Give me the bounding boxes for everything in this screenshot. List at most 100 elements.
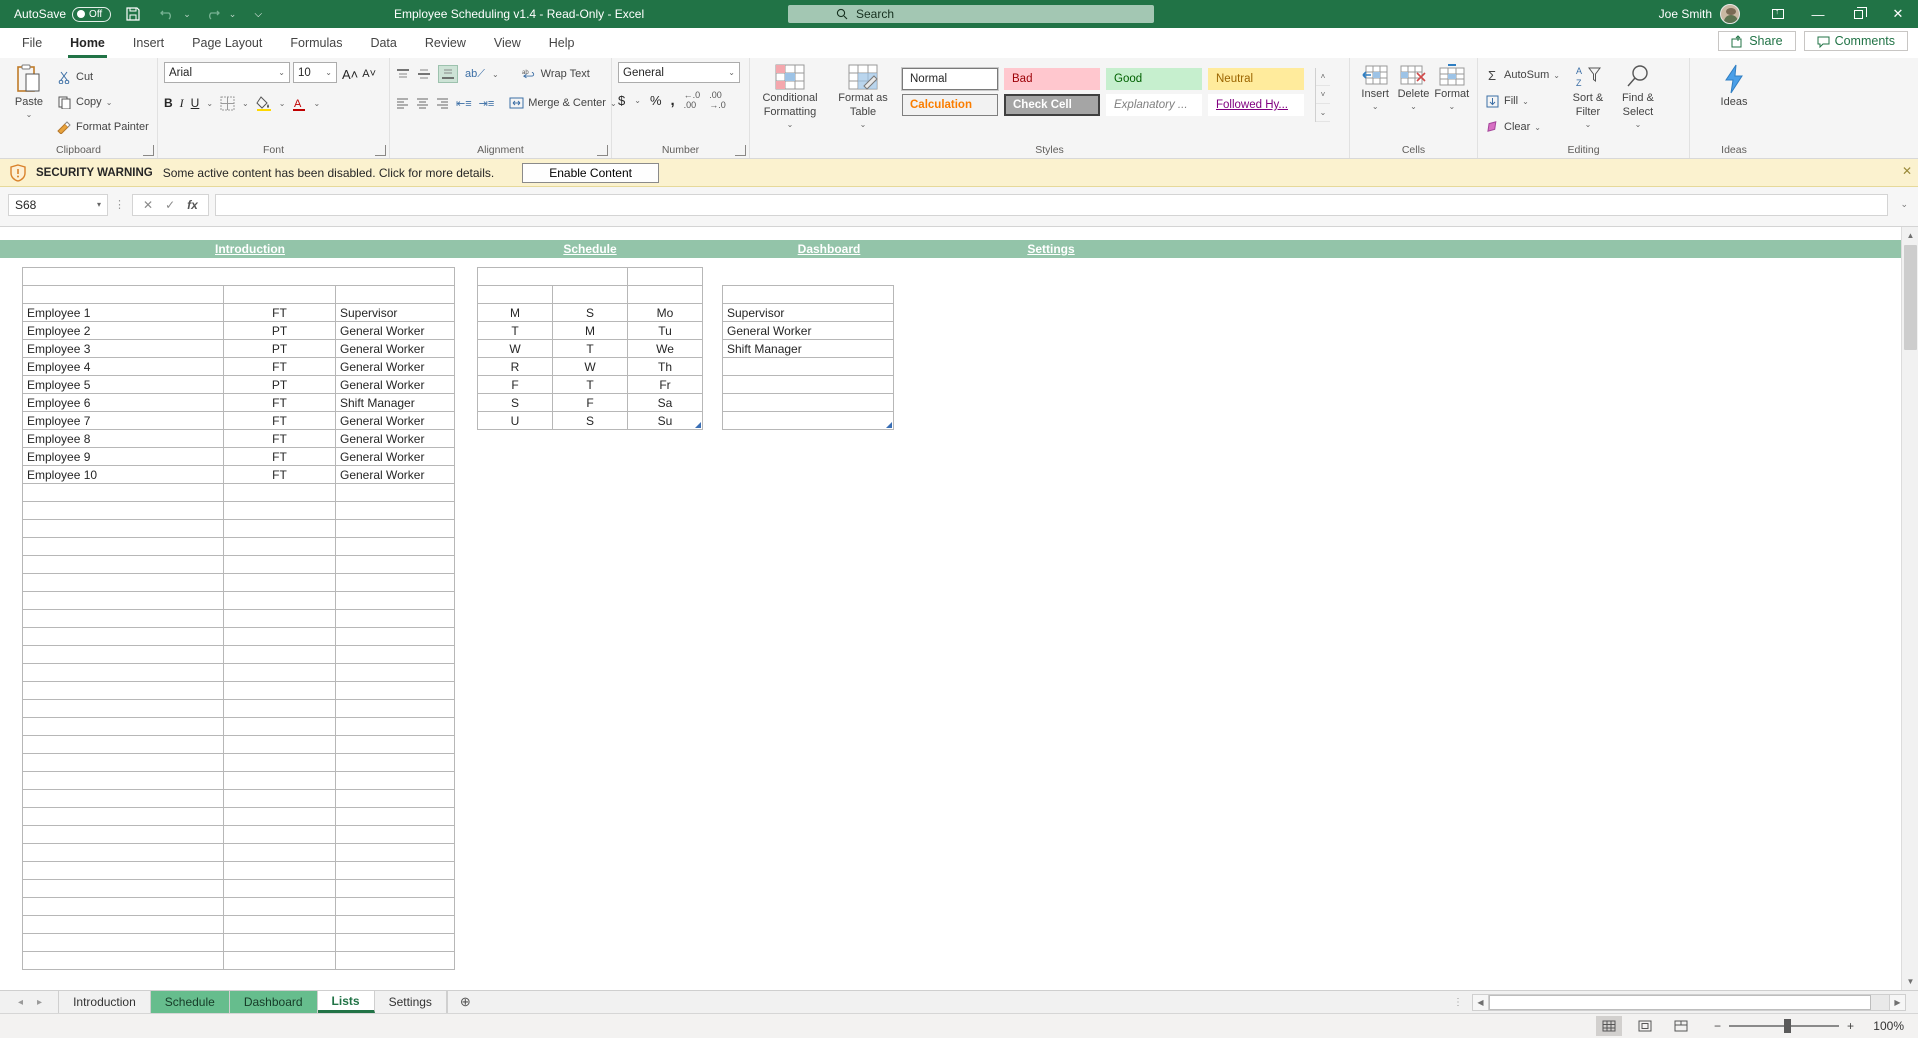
role-cell[interactable]: General Worker bbox=[722, 321, 894, 340]
table-row[interactable]: M S Mo bbox=[477, 303, 703, 322]
employee-name-cell[interactable]: Employee 8 bbox=[22, 429, 224, 448]
borders-button[interactable] bbox=[220, 96, 235, 111]
table-row[interactable]: S F Sa bbox=[477, 393, 703, 412]
tab-page-layout[interactable]: Page Layout bbox=[178, 28, 276, 58]
delete-cells-button[interactable]: Delete ⌄ bbox=[1394, 62, 1432, 141]
scroll-down-icon[interactable]: ▼ bbox=[1902, 973, 1918, 990]
alignment-dialog-launcher[interactable] bbox=[597, 145, 608, 156]
empty-cell[interactable] bbox=[223, 645, 336, 664]
sheet-nav-right-icon[interactable]: ▸ bbox=[37, 997, 42, 1008]
table-row-empty[interactable] bbox=[22, 483, 455, 502]
decrease-indent-icon[interactable]: ⇤≡ bbox=[456, 97, 472, 110]
employee-name-cell[interactable]: Employee 5 bbox=[22, 375, 224, 394]
zoom-thumb[interactable] bbox=[1783, 1019, 1791, 1033]
fill-button[interactable]: Fill ⌄ bbox=[1484, 90, 1560, 112]
restore-button[interactable] bbox=[1838, 0, 1878, 28]
empty-cell[interactable] bbox=[223, 537, 336, 556]
page-break-view-button[interactable] bbox=[1668, 1016, 1694, 1036]
table-row[interactable]: Employee 8 FT General Worker bbox=[22, 429, 455, 448]
table-row-empty[interactable] bbox=[22, 897, 455, 916]
underline-caret[interactable]: ⌄ bbox=[206, 99, 213, 108]
align-middle-icon[interactable] bbox=[417, 68, 431, 80]
number-dialog-launcher[interactable] bbox=[735, 145, 746, 156]
empty-cell[interactable] bbox=[22, 771, 224, 790]
enable-content-button[interactable]: Enable Content bbox=[522, 162, 659, 183]
empty-cell[interactable] bbox=[722, 411, 894, 430]
employee-role-cell[interactable]: Supervisor bbox=[335, 303, 455, 322]
quick-access-customize-icon[interactable]: ⌵ bbox=[246, 2, 270, 26]
empty-cell[interactable] bbox=[722, 393, 894, 412]
employment-type-cell[interactable]: FT bbox=[223, 447, 336, 466]
employment-type-cell[interactable]: PT bbox=[223, 321, 336, 340]
table-row[interactable]: Employee 3 PT General Worker bbox=[22, 339, 455, 358]
table-row[interactable]: Employee 5 PT General Worker bbox=[22, 375, 455, 394]
tab-review[interactable]: Review bbox=[411, 28, 480, 58]
autosum-caret[interactable]: ⌄ bbox=[1553, 71, 1560, 80]
option-day-cell[interactable]: S bbox=[477, 393, 553, 412]
vertical-scroll-thumb[interactable] bbox=[1904, 245, 1917, 350]
table-row-empty[interactable] bbox=[22, 519, 455, 538]
table-row-empty[interactable] bbox=[22, 807, 455, 826]
option-day-cell[interactable]: S bbox=[552, 303, 628, 322]
insert-cells-button[interactable]: Insert ⌄ bbox=[1356, 62, 1394, 141]
redo-caret[interactable]: ⌄ bbox=[229, 9, 237, 20]
scrollbar-splitter-grip[interactable]: ⋮ bbox=[1453, 997, 1464, 1008]
conditional-formatting-caret[interactable]: ⌄ bbox=[787, 120, 794, 129]
find-select-caret[interactable]: ⌄ bbox=[1635, 120, 1642, 129]
table-row[interactable]: Employee 9 FT General Worker bbox=[22, 447, 455, 466]
table-row-empty[interactable] bbox=[22, 609, 455, 628]
empty-cell[interactable] bbox=[335, 519, 455, 538]
table-row[interactable]: Employee 10 FT General Worker bbox=[22, 465, 455, 484]
format-cells-button[interactable]: Format ⌄ bbox=[1433, 62, 1471, 141]
option-day-cell[interactable]: We bbox=[627, 339, 703, 358]
empty-cell[interactable] bbox=[22, 681, 224, 700]
empty-cell[interactable] bbox=[335, 789, 455, 808]
autosum-button[interactable]: Σ AutoSum ⌄ bbox=[1484, 64, 1560, 86]
undo-caret[interactable]: ⌄ bbox=[183, 9, 191, 20]
empty-cell[interactable] bbox=[223, 681, 336, 700]
empty-cell[interactable] bbox=[335, 591, 455, 610]
empty-cell[interactable] bbox=[223, 699, 336, 718]
format-as-table-button[interactable]: Format as Table ⌄ bbox=[832, 62, 894, 141]
employee-name-cell[interactable]: Employee 9 bbox=[22, 447, 224, 466]
orientation-button[interactable]: ab⟋ bbox=[465, 68, 485, 81]
option-day-cell[interactable]: F bbox=[552, 393, 628, 412]
empty-cell[interactable] bbox=[335, 555, 455, 574]
sheet-tab-dashboard[interactable]: Dashboard bbox=[229, 991, 318, 1013]
table-row-empty[interactable] bbox=[22, 555, 455, 574]
empty-cell[interactable] bbox=[335, 699, 455, 718]
table-row-empty[interactable] bbox=[22, 879, 455, 898]
insert-function-icon[interactable]: fx bbox=[187, 198, 198, 212]
empty-cell[interactable] bbox=[722, 375, 894, 394]
tab-insert[interactable]: Insert bbox=[119, 28, 178, 58]
employee-name-cell[interactable]: Employee 6 bbox=[22, 393, 224, 412]
worksheet[interactable]: Introduction Schedule Dashboard Settings Em… bbox=[0, 227, 1918, 990]
empty-cell[interactable] bbox=[22, 555, 224, 574]
employment-type-cell[interactable]: PT bbox=[223, 339, 336, 358]
percent-style-button[interactable]: % bbox=[650, 93, 662, 108]
employment-type-cell[interactable]: FT bbox=[223, 357, 336, 376]
formula-bar-expand-icon[interactable]: ⌄ bbox=[1894, 199, 1914, 210]
number-format-select[interactable]: General ⌄ bbox=[618, 62, 740, 83]
table-row[interactable]: General Worker bbox=[722, 321, 894, 340]
scroll-left-icon[interactable]: ◀ bbox=[1472, 993, 1489, 1011]
employment-type-cell[interactable]: FT bbox=[223, 429, 336, 448]
option-day-cell[interactable]: Tu bbox=[627, 321, 703, 340]
table-row[interactable]: Employee 2 PT General Worker bbox=[22, 321, 455, 340]
horizontal-scroll-thumb[interactable] bbox=[1489, 994, 1871, 1010]
cell-style-neutral[interactable]: Neutral bbox=[1208, 68, 1304, 90]
table-row-empty[interactable] bbox=[22, 573, 455, 592]
align-top-icon[interactable] bbox=[396, 68, 410, 80]
empty-cell[interactable] bbox=[223, 897, 336, 916]
empty-cell[interactable] bbox=[223, 753, 336, 772]
sort-filter-button[interactable]: AZ Sort & Filter ⌄ bbox=[1566, 62, 1610, 141]
font-family-select[interactable]: Arial ⌄ bbox=[164, 62, 290, 83]
increase-indent-icon[interactable]: ⇥≡ bbox=[479, 97, 495, 110]
sheet-tab-settings[interactable]: Settings bbox=[375, 991, 447, 1013]
table-row-empty[interactable] bbox=[22, 753, 455, 772]
table-row-empty[interactable] bbox=[22, 861, 455, 880]
empty-cell[interactable] bbox=[22, 735, 224, 754]
empty-cell[interactable] bbox=[22, 717, 224, 736]
name-box[interactable]: S68 ▾ bbox=[8, 193, 108, 216]
employee-role-cell[interactable]: General Worker bbox=[335, 429, 455, 448]
